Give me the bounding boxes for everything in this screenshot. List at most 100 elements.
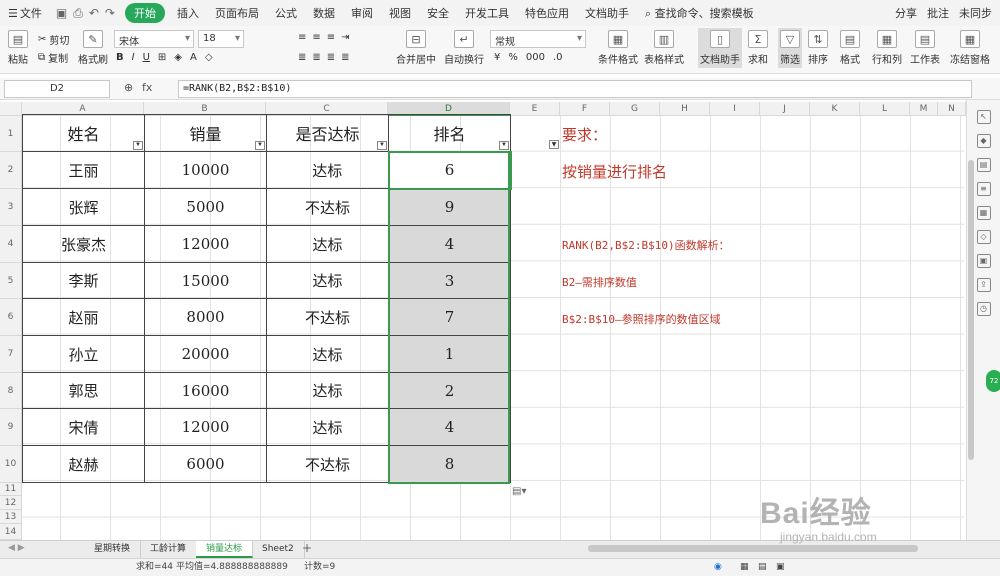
column-header-j[interactable]: J	[760, 102, 810, 116]
column-header-n[interactable]: N	[938, 102, 966, 116]
tab-formulas[interactable]: 公式	[267, 5, 305, 21]
fx-icon[interactable]: fx	[142, 81, 152, 94]
assistant-badge-icon[interactable]: 72	[986, 370, 1000, 392]
add-sheet-icon[interactable]: +	[302, 541, 312, 555]
cell-sales[interactable]: 8000	[144, 298, 267, 336]
header-cell-sales[interactable]: 销量 ▼	[144, 114, 267, 152]
table-style-button[interactable]: ▥ 表格样式	[644, 30, 684, 66]
row-header-14[interactable]: 14	[0, 524, 22, 540]
row-col-button[interactable]: ▦ 行和列	[872, 30, 902, 66]
cell-sales[interactable]: 20000	[144, 335, 267, 373]
search-command[interactable]: ⌕ 查找命令、搜索模板	[637, 5, 762, 21]
column-header-g[interactable]: G	[610, 102, 660, 116]
cell-sales[interactable]: 12000	[144, 408, 267, 446]
align-center-icon[interactable]: ≣	[312, 52, 320, 63]
cell-target[interactable]: 不达标	[266, 188, 389, 226]
pointer-icon[interactable]: ↖	[976, 110, 991, 124]
filter-dropdown-icon[interactable]: ▼	[133, 141, 143, 150]
align-right-icon[interactable]: ≣	[327, 52, 335, 63]
tab-developer[interactable]: 开发工具	[457, 5, 517, 21]
cell-name[interactable]: 张豪杰	[22, 225, 145, 263]
shape-icon[interactable]: ◇	[976, 230, 991, 244]
cell-rank[interactable]: 3	[388, 262, 511, 299]
cell-name[interactable]: 李斯	[22, 262, 145, 299]
row-header-5[interactable]: 5	[0, 263, 22, 299]
format-painter-button[interactable]: ✎ 格式刷	[78, 30, 108, 66]
sliders-icon[interactable]: ≡	[976, 182, 991, 196]
undo-icon[interactable]: ↶	[89, 6, 99, 21]
header-cell-rank[interactable]: 排名 ▼	[388, 114, 511, 152]
cell-rank[interactable]: 4	[388, 408, 511, 446]
justify-icon[interactable]: ≣	[341, 52, 349, 63]
cell-target[interactable]: 不达标	[266, 445, 389, 483]
cell-name[interactable]: 赵赫	[22, 445, 145, 483]
tab-doc-helper[interactable]: 文档助手	[577, 5, 637, 21]
cell-target[interactable]: 达标	[266, 151, 389, 189]
align-left-icon[interactable]: ≣	[298, 52, 306, 63]
view-page-icon[interactable]: ▤	[758, 559, 767, 576]
cell-sales[interactable]: 10000	[144, 151, 267, 189]
column-header-h[interactable]: H	[660, 102, 710, 116]
header-cell-name[interactable]: 姓名 ▼	[22, 114, 145, 152]
tab-review[interactable]: 审阅	[343, 5, 381, 21]
grid-icon[interactable]: ▦	[976, 206, 991, 220]
name-box[interactable]: D2	[4, 80, 110, 98]
row-header-13[interactable]: 13	[0, 510, 22, 524]
cell-rank[interactable]: 7	[388, 298, 511, 336]
cell-rank-active[interactable]: 6	[387, 150, 512, 190]
sum-button[interactable]: Σ 求和	[748, 30, 768, 66]
cell-rank[interactable]: 8	[388, 445, 511, 483]
row-header-9[interactable]: 9	[0, 409, 22, 446]
freeze-panes-button[interactable]: ▦ 冻结窗格	[950, 30, 990, 66]
comment-button[interactable]: 批注	[927, 5, 949, 21]
cell-target[interactable]: 达标	[266, 262, 389, 299]
column-header-m[interactable]: M	[910, 102, 938, 116]
save-icon[interactable]: ▣	[56, 6, 67, 21]
underline-button[interactable]: U	[143, 52, 150, 63]
cell-sales[interactable]: 5000	[144, 188, 267, 226]
vertical-scrollbar[interactable]	[968, 160, 974, 460]
row-header-11[interactable]: 11	[0, 483, 22, 496]
eye-icon[interactable]: ◉	[714, 559, 722, 576]
sync-button[interactable]: 未同步	[959, 5, 992, 21]
tab-home[interactable]: 开始	[124, 3, 165, 23]
tab-insert[interactable]: 插入	[169, 5, 207, 21]
copy-button[interactable]: ⧉ 复制	[38, 50, 68, 65]
horizontal-scrollbar[interactable]	[588, 545, 918, 552]
wrap-text-button[interactable]: ↵ 自动换行	[444, 30, 484, 66]
row-header-8[interactable]: 8	[0, 373, 22, 409]
filter-dropdown-icon[interactable]: ▼	[549, 140, 559, 149]
clear-icon[interactable]: ◇	[205, 52, 213, 63]
align-bottom-icon[interactable]: ≡	[327, 32, 335, 43]
doc-helper-button[interactable]: ▯ 文档助手	[698, 28, 742, 68]
align-top-icon[interactable]: ≡	[298, 32, 306, 43]
cell-rank[interactable]: 1	[388, 335, 511, 373]
cell-target[interactable]: 达标	[266, 408, 389, 446]
cell-target[interactable]: 不达标	[266, 298, 389, 336]
column-header-k[interactable]: K	[810, 102, 860, 116]
tab-security[interactable]: 安全	[419, 5, 457, 21]
column-header-l[interactable]: L	[860, 102, 910, 116]
font-name-select[interactable]: 宋体	[114, 30, 194, 48]
view-break-icon[interactable]: ▣	[776, 559, 785, 576]
sheet-tab[interactable]: 工龄计算	[140, 541, 198, 558]
format-button[interactable]: ▤ 格式	[840, 30, 860, 66]
sheet-tab-active[interactable]: 销量达标	[196, 541, 254, 558]
cell-sales[interactable]: 15000	[144, 262, 267, 299]
cell-sales[interactable]: 6000	[144, 445, 267, 483]
cell-rank[interactable]: 2	[388, 372, 511, 409]
filter-dropdown-icon[interactable]: ▼	[377, 141, 387, 150]
file-menu[interactable]: ☰ 文件	[0, 5, 50, 21]
number-format-select[interactable]: 常规	[490, 30, 586, 48]
cell-name[interactable]: 王丽	[22, 151, 145, 189]
history-icon[interactable]: ◷	[976, 302, 991, 316]
cell-name[interactable]: 赵丽	[22, 298, 145, 336]
border-icon[interactable]: ⊞	[158, 52, 166, 63]
row-header-3[interactable]: 3	[0, 189, 22, 226]
select-all-corner[interactable]	[0, 102, 22, 116]
conditional-format-button[interactable]: ▦ 条件格式	[598, 30, 638, 66]
font-color-icon[interactable]: A	[190, 52, 197, 63]
decimal-icon[interactable]: .0	[553, 52, 563, 63]
cell-target[interactable]: 达标	[266, 372, 389, 409]
formula-input[interactable]: =RANK(B2,B$2:B$10)	[178, 80, 972, 98]
